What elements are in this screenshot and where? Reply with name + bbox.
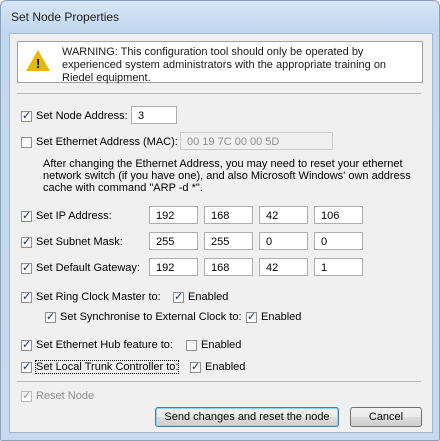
set-ethernet-hub-checkbox[interactable] bbox=[21, 338, 32, 351]
warning-panel: ! WARNING: This configuration tool shoul… bbox=[17, 41, 423, 84]
set-ring-clock-master-checkbox[interactable] bbox=[21, 290, 32, 303]
set-ip-address-label: Set IP Address: bbox=[36, 210, 112, 222]
separator-top bbox=[17, 93, 421, 94]
subnet-octet-2-input[interactable]: 255 bbox=[204, 232, 253, 250]
set-subnet-mask-label: Set Subnet Mask: bbox=[36, 236, 123, 248]
ethernet-hub-enabled-checkbox[interactable] bbox=[186, 340, 197, 351]
local-trunk-enabled-label: Enabled bbox=[205, 361, 246, 373]
gateway-octet-3-input[interactable]: 42 bbox=[259, 258, 308, 276]
gateway-octet-1-input[interactable]: 192 bbox=[149, 258, 198, 276]
set-local-trunk-controller-checkbox[interactable] bbox=[21, 360, 32, 373]
send-changes-button[interactable]: Send changes and reset the node bbox=[155, 407, 339, 427]
ip-octet-3-input[interactable]: 42 bbox=[259, 206, 308, 224]
ip-octet-2-input[interactable]: 168 bbox=[204, 206, 253, 224]
set-subnet-mask-checkbox[interactable] bbox=[21, 235, 32, 248]
set-ethernet-address-checkbox[interactable] bbox=[21, 137, 32, 148]
cancel-button[interactable]: Cancel bbox=[350, 407, 422, 427]
dialog-client-area: ! WARNING: This configuration tool shoul… bbox=[9, 33, 433, 433]
node-address-input[interactable]: 3 bbox=[131, 106, 177, 124]
set-ip-address-checkbox[interactable] bbox=[21, 209, 32, 222]
gateway-octet-2-input[interactable]: 168 bbox=[204, 258, 253, 276]
set-default-gateway-checkbox[interactable] bbox=[21, 261, 32, 274]
separator-bottom bbox=[17, 381, 421, 382]
ip-octet-4-input[interactable]: 106 bbox=[314, 206, 363, 224]
subnet-octet-3-input[interactable]: 0 bbox=[259, 232, 308, 250]
ethernet-address-input[interactable]: 00 19 7C 00 00 5D bbox=[180, 132, 333, 150]
ethernet-hub-enabled-label: Enabled bbox=[201, 339, 242, 351]
set-local-trunk-controller-label: Set Local Trunk Controller to: bbox=[34, 360, 180, 374]
set-ethernet-address-label: Set Ethernet Address (MAC): bbox=[36, 136, 178, 148]
set-sync-external-clock-label: Set Synchronise to External Clock to: bbox=[60, 311, 242, 323]
ip-octet-1-input[interactable]: 192 bbox=[149, 206, 198, 224]
dialog-window: Set Node Properties ! WARNING: This conf… bbox=[0, 0, 440, 441]
ring-clock-enabled-checkbox[interactable] bbox=[173, 290, 184, 303]
ring-clock-enabled-label: Enabled bbox=[188, 291, 229, 303]
set-ring-clock-master-label: Set Ring Clock Master to: bbox=[36, 291, 161, 303]
local-trunk-enabled-checkbox[interactable] bbox=[190, 360, 201, 373]
set-node-address-checkbox[interactable] bbox=[21, 109, 32, 122]
subnet-octet-1-input[interactable]: 255 bbox=[149, 232, 198, 250]
sync-clock-enabled-label: Enabled bbox=[261, 311, 302, 323]
ethernet-address-note: After changing the Ethernet Address, you… bbox=[43, 158, 411, 194]
set-node-address-label: Set Node Address: bbox=[36, 110, 128, 122]
gateway-octet-4-input[interactable]: 1 bbox=[314, 258, 363, 276]
reset-node-label: Reset Node bbox=[36, 390, 95, 402]
sync-clock-enabled-checkbox[interactable] bbox=[246, 310, 257, 323]
set-default-gateway-label: Set Default Gateway: bbox=[36, 262, 140, 274]
reset-node-checkbox[interactable] bbox=[21, 389, 32, 402]
set-sync-external-clock-checkbox[interactable] bbox=[45, 310, 56, 323]
subnet-octet-4-input[interactable]: 0 bbox=[314, 232, 363, 250]
window-title: Set Node Properties bbox=[11, 10, 120, 24]
set-ethernet-hub-label: Set Ethernet Hub feature to: bbox=[36, 339, 173, 351]
warning-text: WARNING: This configuration tool should … bbox=[62, 46, 387, 84]
warning-exclamation: ! bbox=[36, 56, 41, 71]
